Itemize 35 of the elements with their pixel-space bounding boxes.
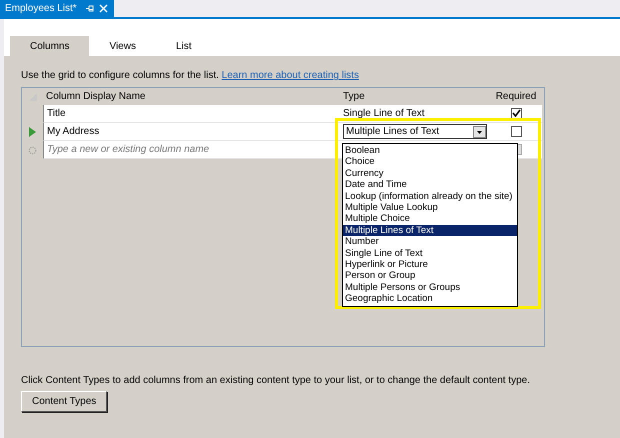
dropdown-option[interactable]: Lookup (information already on the site) [343, 190, 517, 202]
table-cell: Single Line of Text [343, 108, 425, 119]
table-cell: Title [47, 108, 66, 119]
dropdown-option[interactable]: Single Line of Text [343, 248, 517, 260]
new-row-icon [28, 146, 37, 154]
table-cell: My Address [47, 126, 100, 137]
learn-more-link[interactable]: Learn more about creating lists [222, 70, 359, 81]
close-icon[interactable] [98, 4, 108, 13]
pin-icon[interactable] [84, 4, 94, 13]
dropdown-option[interactable]: Boolean [343, 145, 517, 156]
dropdown-option[interactable]: Multiple Value Lookup [343, 202, 517, 214]
tab[interactable]: Columns [10, 36, 90, 56]
dropdown-option[interactable]: Multiple Lines of Text [343, 224, 517, 236]
tab[interactable]: List [156, 36, 212, 56]
required-checkbox[interactable] [510, 126, 522, 137]
instruction-text: Use the grid to configure columns for the list. [21, 70, 219, 81]
type-dropdown[interactable]: Multiple Lines of Text [343, 124, 487, 139]
content-types-hint: Click Content Types to add columns from an existing content type to your list, or to change the default content type. [21, 375, 530, 386]
dropdown-option[interactable]: Date and Time [343, 179, 517, 191]
dropdown-option[interactable]: Multiple Persons or Groups [343, 282, 517, 294]
caret-icon[interactable] [473, 126, 486, 138]
dropdown-option[interactable]: Geographic Location [343, 293, 517, 305]
column-header: Column Display Name [46, 91, 146, 102]
dropdown-option[interactable]: Number [343, 236, 517, 248]
dropdown-option[interactable]: Hyperlink or Picture [343, 259, 517, 270]
column-header: Required [496, 91, 536, 102]
document-tab[interactable]: Employees List* [0, 0, 114, 17]
dropdown-option[interactable]: Currency [343, 168, 517, 180]
content-types-button[interactable]: Content Types [21, 391, 108, 412]
dropdown-option[interactable]: Person or Group [343, 270, 517, 282]
dropdown-option[interactable]: Multiple Choice [343, 213, 517, 225]
column-header: Type [343, 91, 365, 102]
tab[interactable]: Views [89, 36, 156, 56]
required-checkbox[interactable] [510, 108, 522, 119]
dropdown-option[interactable]: Choice [343, 156, 517, 168]
